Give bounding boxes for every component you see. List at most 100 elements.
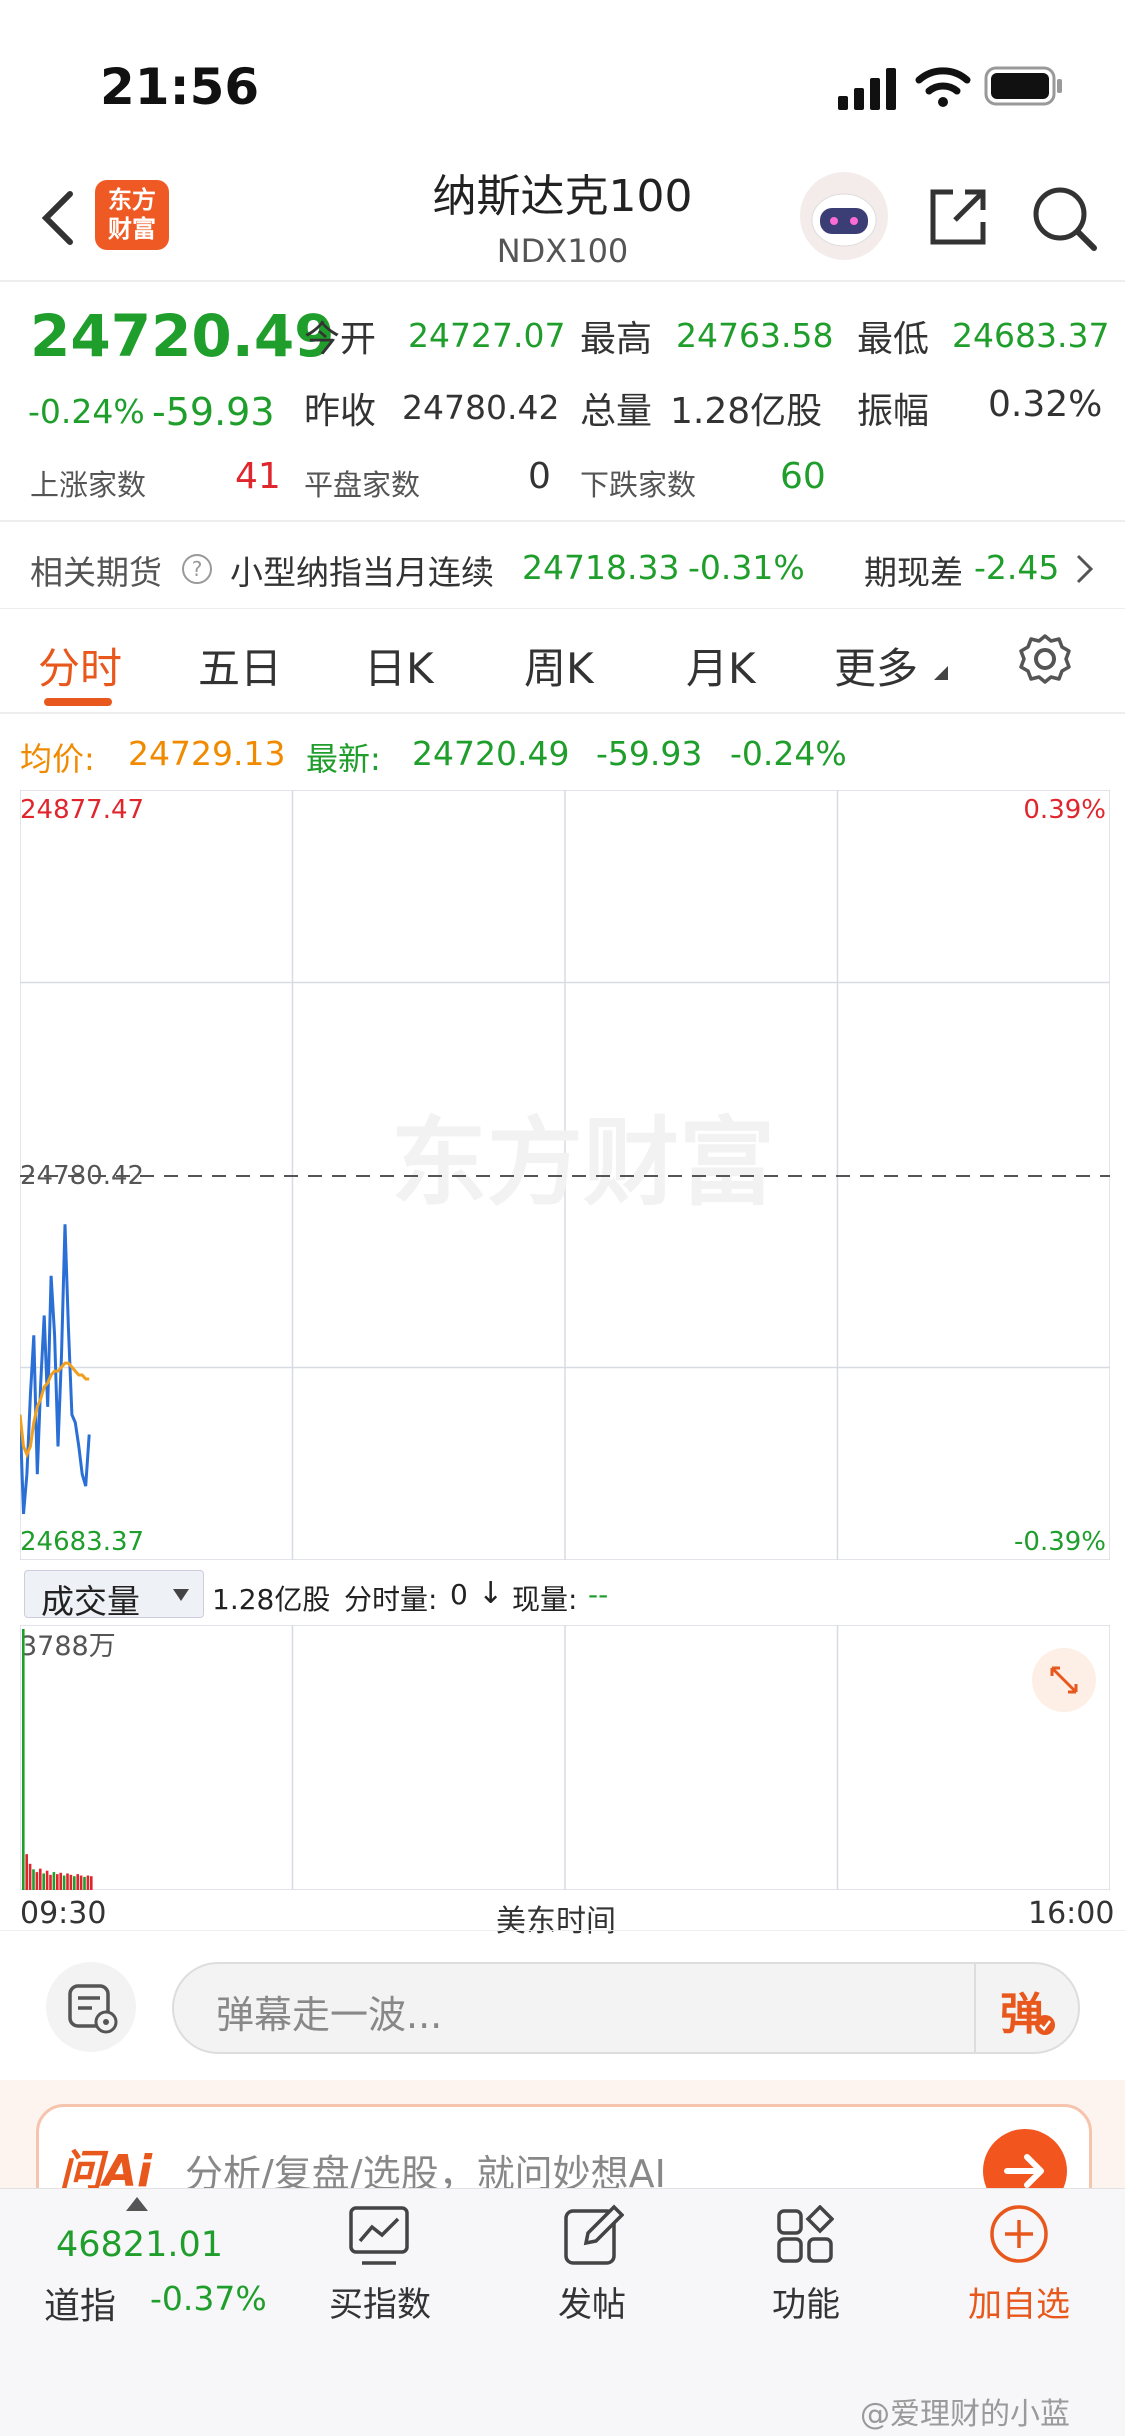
settings-gear-icon[interactable] [1018, 632, 1072, 686]
x-axis-title: 美东时间 [496, 1904, 616, 1939]
tick-volume-value: 0 [450, 1578, 468, 1611]
volume-bar [59, 1872, 62, 1890]
search-icon[interactable] [1030, 184, 1098, 252]
volume-bar [90, 1876, 93, 1890]
divider [0, 712, 1125, 714]
status-bar: 21:56 [0, 0, 1125, 150]
features-label[interactable]: 功能 [736, 2277, 876, 2326]
basis-value: -2.45 [974, 548, 1060, 587]
flat-count-label: 平盘家数 [304, 468, 421, 502]
chart-watermark: 东方财富 [391, 1107, 775, 1219]
post-label[interactable]: 发帖 [522, 2277, 662, 2326]
volume-bar [25, 1854, 28, 1890]
current-price: 24720.49 [30, 302, 335, 370]
change-value: -59.93 [152, 390, 275, 434]
indicator-select[interactable]: 成交量 [24, 1570, 204, 1621]
pct-min-label: -0.39% [1014, 1527, 1106, 1557]
tab-more[interactable]: 更多 [834, 635, 918, 696]
caret-down-icon [173, 1589, 189, 1601]
low-value: 24683.37 [952, 316, 1110, 355]
danmu-placeholder: 弹幕走一波... [216, 1993, 443, 2037]
intraday-price-chart[interactable]: 东方财富 24877.47 24780.42 24683.37 0.39% -0… [20, 790, 1110, 1560]
volume-bar [79, 1875, 83, 1890]
dow-index-name[interactable]: 道指 [44, 2277, 116, 2329]
divider [0, 1930, 1125, 1931]
volume-value: 1.28亿股 [670, 391, 823, 432]
amplitude-value: 0.32% [988, 384, 1103, 425]
amplitude-label: 振幅 [857, 391, 930, 432]
divider [0, 280, 1125, 282]
features-grid-icon[interactable] [776, 2205, 834, 2265]
volume-bar [66, 1873, 69, 1890]
assistant-robot-icon[interactable] [798, 170, 890, 262]
futures-name: 小型纳指当月连续 [230, 553, 494, 592]
open-label: 今开 [304, 319, 377, 360]
down-count: 60 [780, 456, 826, 497]
down-count-label: 下跌家数 [580, 468, 697, 502]
volume-bar [28, 1863, 32, 1890]
x-start-label: 09:30 [20, 1896, 107, 1931]
dow-index-value[interactable]: 46821.01 [56, 2225, 223, 2265]
svg-text:?: ? [192, 557, 203, 581]
tab-weekly-k[interactable]: 周K [524, 635, 594, 696]
top-nav: 东方 财富 纳斯达克100 NDX100 [0, 150, 1125, 280]
flat-count: 0 [528, 456, 551, 497]
divider [0, 608, 1125, 609]
avg-price: 24729.13 [128, 734, 286, 773]
tab-monthly-k[interactable]: 月K [686, 635, 756, 696]
volume-bar [62, 1875, 66, 1890]
danmu-divider [974, 1964, 976, 2052]
divider [0, 520, 1125, 522]
buy-index-icon[interactable] [348, 2205, 410, 2267]
share-icon[interactable] [925, 184, 991, 250]
high-label: 最高 [580, 319, 653, 360]
volume-total: 1.28亿股 [212, 1583, 331, 1616]
volume-bar [22, 1629, 25, 1890]
x-end-label: 16:00 [1028, 1896, 1115, 1931]
comment-settings-icon [68, 1984, 118, 2034]
volume-bars [22, 1629, 93, 1890]
volume-bar [32, 1869, 35, 1890]
add-watchlist-label[interactable]: 加自选 [944, 2277, 1094, 2326]
up-count-label: 上涨家数 [30, 468, 147, 502]
chevron-right-icon [1076, 554, 1094, 584]
danmu-input[interactable]: 弹幕走一波... 弹 [172, 1962, 1080, 2054]
help-icon[interactable]: ? [180, 552, 214, 586]
danmu-check-icon [1035, 2015, 1055, 2035]
battery-icon [984, 66, 1062, 106]
expand-up-icon[interactable] [126, 2197, 148, 2211]
volume-bar [52, 1872, 56, 1890]
volume-bar [83, 1876, 86, 1890]
now-volume-label: 现量: [512, 1583, 578, 1616]
futures-price: 24718.33 [522, 548, 680, 587]
basis-label: 期现差 [864, 553, 963, 592]
dow-index-pct[interactable]: -0.37% [150, 2279, 267, 2318]
volume-grid [20, 1625, 1110, 1890]
bottom-bar: 46821.01 道指 -0.37% 买指数 发帖 功能 加自选 @爱理财的小蓝 [0, 2188, 1125, 2436]
add-watchlist-icon[interactable] [988, 2203, 1050, 2265]
volume-bar [39, 1868, 42, 1890]
latest-price: 24720.49 [412, 734, 570, 773]
tab-five-day[interactable]: 五日 [198, 635, 282, 696]
volume-bar [35, 1872, 39, 1890]
buy-index-label[interactable]: 买指数 [310, 2277, 450, 2326]
y-max-label: 24877.47 [20, 795, 144, 825]
latest-change: -59.93 [596, 734, 703, 773]
avg-price-label: 均价: [20, 740, 95, 778]
volume-bar [86, 1875, 90, 1890]
volume-bar [42, 1873, 45, 1890]
post-icon[interactable] [562, 2203, 624, 2267]
chart-lines [20, 1224, 91, 1515]
volume-chart[interactable]: 3788万 [20, 1625, 1110, 1890]
volume-max-label: 3788万 [20, 1631, 116, 1662]
volume-bar [76, 1874, 79, 1890]
tab-daily-k[interactable]: 日K [364, 635, 434, 696]
danmu-list-button[interactable] [46, 1962, 136, 2052]
y-min-label: 24683.37 [20, 1527, 144, 1557]
high-value: 24763.58 [676, 316, 834, 355]
wifi-icon [915, 67, 971, 107]
dropdown-triangle-icon [934, 666, 948, 680]
tab-intraday[interactable]: 分时 [38, 635, 122, 696]
low-label: 最低 [857, 319, 930, 360]
expand-icon [1032, 1648, 1096, 1712]
